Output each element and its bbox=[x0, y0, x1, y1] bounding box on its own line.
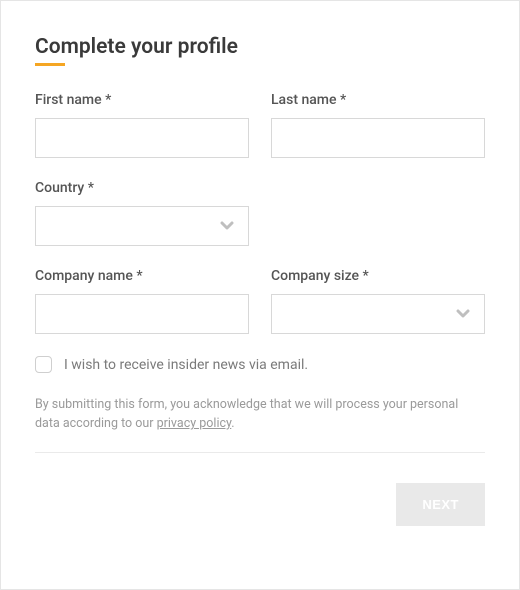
newsletter-label: I wish to receive insider news via email… bbox=[64, 357, 308, 373]
field-company-size: Company size * bbox=[271, 268, 485, 334]
disclaimer-text: By submitting this form, you acknowledge… bbox=[35, 395, 485, 434]
disclaimer-suffix: . bbox=[231, 416, 234, 431]
profile-form-card: Complete your profile First name * Last … bbox=[0, 0, 520, 590]
field-last-name: Last name * bbox=[271, 92, 485, 158]
company-size-label: Company size * bbox=[271, 268, 485, 284]
row-name: First name * Last name * bbox=[35, 92, 485, 158]
form-actions: NEXT bbox=[35, 483, 485, 526]
last-name-label: Last name * bbox=[271, 92, 485, 108]
company-size-select[interactable] bbox=[271, 294, 485, 334]
country-select[interactable] bbox=[35, 206, 249, 246]
first-name-label: First name * bbox=[35, 92, 249, 108]
next-button[interactable]: NEXT bbox=[396, 483, 485, 526]
field-country: Country * bbox=[35, 180, 249, 246]
company-name-label: Company name * bbox=[35, 268, 249, 284]
title-underline bbox=[35, 63, 65, 66]
last-name-input[interactable] bbox=[271, 118, 485, 158]
newsletter-row: I wish to receive insider news via email… bbox=[35, 356, 485, 373]
row-country: Country * bbox=[35, 180, 485, 246]
field-company-name: Company name * bbox=[35, 268, 249, 334]
disclaimer-prefix: By submitting this form, you acknowledge… bbox=[35, 397, 458, 431]
chevron-down-icon bbox=[220, 220, 234, 232]
company-name-input[interactable] bbox=[35, 294, 249, 334]
first-name-input[interactable] bbox=[35, 118, 249, 158]
field-first-name: First name * bbox=[35, 92, 249, 158]
privacy-policy-link[interactable]: privacy policy bbox=[157, 416, 232, 431]
chevron-down-icon bbox=[456, 308, 470, 320]
divider bbox=[35, 452, 485, 453]
newsletter-checkbox[interactable] bbox=[35, 356, 52, 373]
form-title: Complete your profile bbox=[35, 35, 485, 59]
row-company: Company name * Company size * bbox=[35, 268, 485, 334]
country-label: Country * bbox=[35, 180, 249, 196]
